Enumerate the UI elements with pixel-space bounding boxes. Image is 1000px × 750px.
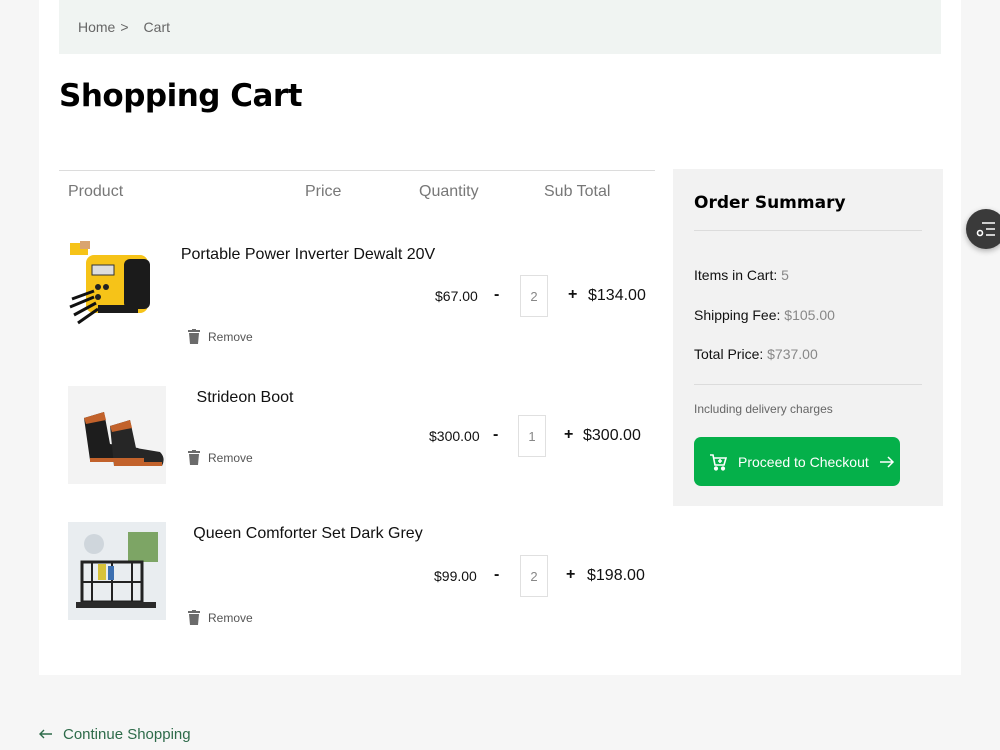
remove-label: Remove — [208, 450, 253, 465]
items-in-cart: Items in Cart: 5 — [694, 267, 789, 283]
remove-button[interactable]: Remove — [188, 329, 253, 344]
total-value: $737.00 — [767, 346, 818, 362]
qty-input[interactable]: 2 — [520, 275, 548, 317]
remove-button[interactable]: Remove — [188, 610, 253, 625]
product-name[interactable]: Portable Power Inverter Dewalt 20V — [180, 243, 436, 266]
qty-increment[interactable]: + — [568, 286, 577, 304]
trash-icon — [188, 610, 200, 625]
cart-icon — [709, 453, 727, 471]
continue-shopping-link[interactable]: Continue Shopping — [39, 726, 191, 743]
product-image-boot[interactable] — [68, 386, 166, 484]
remove-label: Remove — [208, 610, 253, 625]
continue-shopping-label: Continue Shopping — [63, 726, 191, 743]
breadcrumb: Home > Cart — [59, 0, 941, 54]
delivery-note: Including delivery charges — [694, 402, 833, 416]
cart-row: Queen Comforter Set Dark Grey Remove $99… — [68, 522, 655, 632]
order-summary: Order Summary Items in Cart: 5 Shipping … — [673, 169, 943, 506]
shipping-label: Shipping Fee: — [694, 307, 781, 323]
qty-increment[interactable]: + — [564, 426, 573, 444]
product-name[interactable]: Strideon Boot — [175, 386, 315, 409]
qty-increment[interactable]: + — [566, 566, 575, 584]
summary-divider — [694, 384, 922, 385]
item-price: $300.00 — [429, 428, 480, 444]
items-value: 5 — [781, 267, 789, 283]
filter-list-icon[interactable] — [966, 209, 1000, 249]
trash-icon — [188, 329, 200, 344]
header-price: Price — [305, 183, 342, 200]
breadcrumb-separator: > — [120, 19, 129, 35]
items-label: Items in Cart: — [694, 267, 778, 283]
item-subtotal: $134.00 — [588, 287, 646, 304]
checkout-label: Proceed to Checkout — [738, 453, 869, 470]
checkout-button[interactable]: Proceed to Checkout — [694, 437, 900, 486]
breadcrumb-home[interactable]: Home — [78, 19, 115, 35]
remove-button[interactable]: Remove — [188, 450, 253, 465]
qty-decrement[interactable]: - — [494, 566, 499, 584]
trash-icon — [188, 450, 200, 465]
header-product: Product — [68, 183, 124, 200]
qty-input[interactable]: 2 — [520, 555, 548, 597]
cart-table: Product Price Quantity Sub Total Portabl… — [59, 170, 655, 625]
product-image-comforter[interactable] — [68, 522, 166, 620]
item-price: $99.00 — [434, 568, 477, 584]
remove-label: Remove — [208, 329, 253, 344]
item-price: $67.00 — [435, 288, 478, 304]
item-subtotal: $198.00 — [587, 567, 645, 584]
item-subtotal: $300.00 — [583, 427, 641, 444]
header-subtotal: Sub Total — [544, 183, 611, 200]
arrow-right-icon — [879, 455, 895, 469]
qty-decrement[interactable]: - — [493, 426, 498, 444]
shipping-fee: Shipping Fee: $105.00 — [694, 307, 835, 323]
summary-divider — [694, 230, 922, 231]
qty-decrement[interactable]: - — [494, 286, 499, 304]
cart-row: Portable Power Inverter Dewalt 20V Remov… — [68, 241, 655, 361]
arrow-left-icon — [39, 726, 53, 743]
summary-title: Order Summary — [694, 193, 846, 213]
product-image-inverter[interactable] — [68, 241, 166, 339]
total-price: Total Price: $737.00 — [694, 346, 818, 362]
shipping-value: $105.00 — [784, 307, 835, 323]
qty-input[interactable]: 1 — [518, 415, 546, 457]
cart-row: Strideon Boot Remove $300.00 - 1 + $300.… — [68, 386, 655, 486]
breadcrumb-current: Cart — [143, 19, 170, 35]
product-name[interactable]: Queen Comforter Set Dark Grey — [188, 522, 428, 545]
total-label: Total Price: — [694, 346, 764, 362]
page-title: Shopping Cart — [59, 78, 303, 114]
header-quantity: Quantity — [419, 183, 479, 200]
